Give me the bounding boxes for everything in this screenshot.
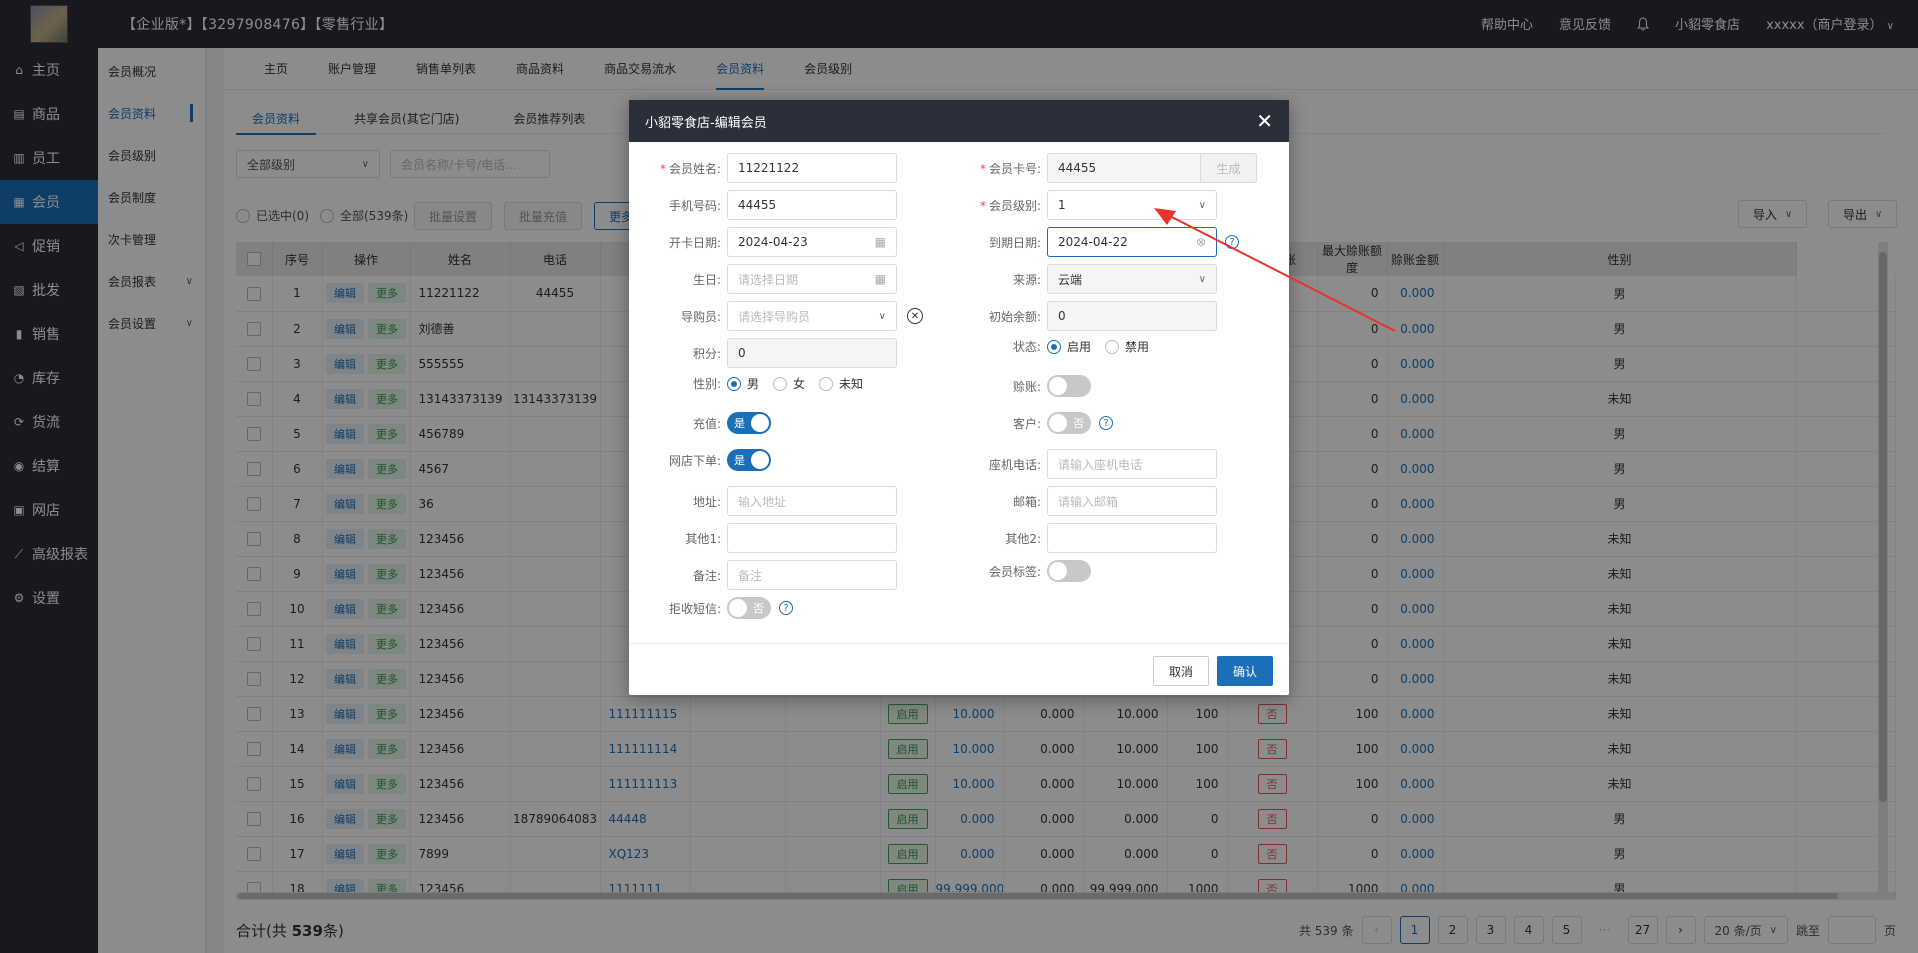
help-icon[interactable]: ? bbox=[779, 601, 793, 615]
initial-balance-input[interactable]: 0 bbox=[1047, 301, 1217, 331]
credit-toggle[interactable] bbox=[1047, 375, 1091, 397]
gender-male-radio[interactable]: 男 bbox=[727, 375, 759, 392]
status-disabled-radio[interactable]: 禁用 bbox=[1105, 338, 1149, 355]
clear-icon[interactable]: ⊗ bbox=[1196, 235, 1206, 249]
online-order-toggle[interactable]: 是 bbox=[727, 449, 771, 471]
guide-select[interactable]: 请选择导购员 ∨ bbox=[727, 301, 897, 331]
cancel-button[interactable]: 取消 bbox=[1153, 656, 1209, 686]
dialog-title: 小貂零食店-编辑会员 bbox=[645, 115, 767, 131]
other2-input[interactable] bbox=[1047, 523, 1217, 553]
help-icon[interactable]: ? bbox=[1099, 416, 1113, 430]
calendar-icon: ▦ bbox=[874, 235, 886, 249]
clear-circle-icon[interactable]: ✕ bbox=[907, 308, 923, 324]
edit-member-dialog: 小貂零食店-编辑会员 ✕ * 会员姓名: 11221122 手机号码: 44455 开… bbox=[629, 100, 1289, 695]
gender-radio-group: 男 女 未知 bbox=[727, 375, 863, 392]
gender-unknown-radio[interactable]: 未知 bbox=[819, 375, 863, 392]
reject-sms-toggle[interactable]: 否 bbox=[727, 597, 771, 619]
birthday-picker[interactable]: 请选择日期 ▦ bbox=[727, 264, 897, 294]
other1-input[interactable] bbox=[727, 523, 897, 553]
radio-icon bbox=[727, 376, 741, 391]
landline-input[interactable]: 请输入座机电话 bbox=[1047, 449, 1217, 479]
status-enabled-radio[interactable]: 启用 bbox=[1047, 338, 1091, 355]
confirm-button[interactable]: 确认 bbox=[1217, 656, 1273, 686]
generate-button[interactable]: 生成 bbox=[1201, 153, 1257, 183]
recharge-toggle[interactable]: 是 bbox=[727, 412, 771, 434]
source-select[interactable]: 云端 ∨ bbox=[1047, 264, 1217, 294]
member-level-select[interactable]: 1 ∨ bbox=[1047, 190, 1217, 220]
gender-female-radio[interactable]: 女 bbox=[773, 375, 805, 392]
member-tag-toggle[interactable] bbox=[1047, 560, 1091, 582]
customer-toggle[interactable]: 否 bbox=[1047, 412, 1091, 434]
card-number-input[interactable]: 44455 bbox=[1047, 153, 1201, 183]
dialog-header: 小貂零食店-编辑会员 ✕ bbox=[629, 100, 1289, 142]
expire-date-picker[interactable]: 2024-04-22 ⊗ bbox=[1047, 227, 1217, 257]
calendar-icon: ▦ bbox=[874, 272, 886, 286]
radio-icon bbox=[819, 376, 834, 391]
radio-icon bbox=[773, 376, 788, 391]
close-icon[interactable]: ✕ bbox=[1256, 109, 1273, 133]
address-input[interactable]: 输入地址 bbox=[727, 486, 897, 516]
chevron-down-icon: ∨ bbox=[878, 310, 886, 322]
radio-icon bbox=[1105, 339, 1120, 354]
status-radio-group: 启用 禁用 bbox=[1047, 338, 1149, 355]
radio-icon bbox=[1047, 339, 1061, 354]
help-icon[interactable]: ? bbox=[1225, 235, 1239, 249]
member-name-input[interactable]: 11221122 bbox=[727, 153, 897, 183]
chevron-down-icon: ∨ bbox=[1198, 199, 1206, 211]
phone-input[interactable]: 44455 bbox=[727, 190, 897, 220]
dialog-footer: 取消 确认 bbox=[629, 643, 1289, 695]
points-input[interactable]: 0 bbox=[727, 338, 897, 368]
open-date-picker[interactable]: 2024-04-23 ▦ bbox=[727, 227, 897, 257]
remark-input[interactable]: 备注 bbox=[727, 560, 897, 590]
chevron-down-icon: ∨ bbox=[1198, 273, 1206, 285]
email-input[interactable]: 请输入邮箱 bbox=[1047, 486, 1217, 516]
